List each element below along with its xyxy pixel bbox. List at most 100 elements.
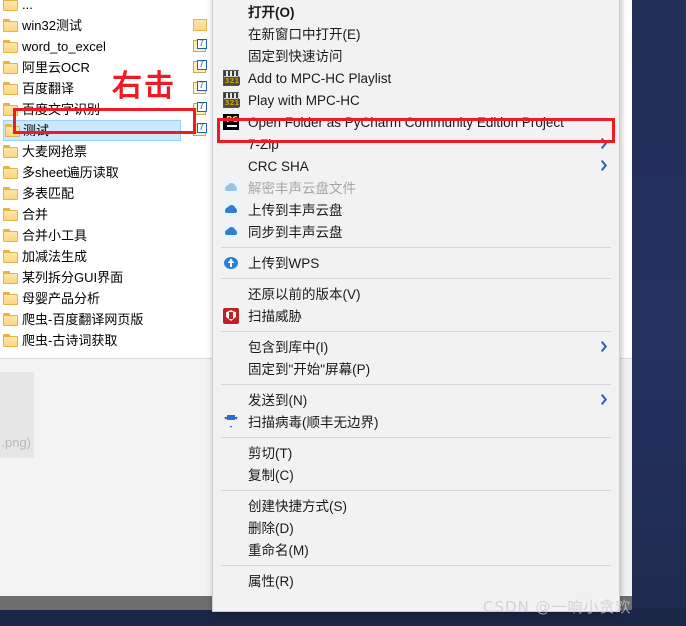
menu-item-label: 还原以前的版本(V)	[248, 286, 361, 302]
list-item[interactable]: 爬虫-百度翻译网页版	[0, 309, 220, 330]
cloud-icon	[223, 180, 239, 196]
list-item-label: ...	[22, 0, 33, 12]
menu-item[interactable]: 固定到快速访问	[213, 45, 619, 67]
menu-item-label: 打开(O)	[248, 4, 295, 20]
list-item-label: 加减法生成	[22, 249, 88, 264]
list-item[interactable]: 加减法生成	[0, 246, 220, 267]
list-item[interactable]: 多表匹配	[0, 183, 220, 204]
seven-zip-archive-icon	[193, 38, 208, 53]
folder-icon	[193, 19, 207, 31]
list-item[interactable]: ...	[0, 0, 220, 15]
menu-item[interactable]: 上传到WPS	[213, 252, 619, 274]
folder-icon	[3, 250, 18, 263]
menu-separator	[221, 384, 611, 385]
folder-icon	[3, 166, 18, 179]
csdn-watermark: CSDN @一响小贪欢	[483, 598, 632, 616]
folder-icon	[3, 61, 18, 74]
menu-item[interactable]: 还原以前的版本(V)	[213, 283, 619, 305]
seven-zip-archive-icon	[193, 80, 208, 95]
screenshot-root: ... win32测试 word_to_excel 阿里云OCR 百度翻译 百度文字识别测…	[0, 0, 686, 626]
list-item[interactable]: 合并小工具	[0, 225, 220, 246]
menu-item[interactable]: 发送到(N)	[213, 389, 619, 411]
menu-item-label: 固定到"开始"屏幕(P)	[248, 361, 371, 377]
virus-scan-icon	[223, 414, 239, 430]
folder-icon	[3, 40, 18, 53]
menu-item-label: 同步到丰声云盘	[248, 224, 343, 240]
menu-separator	[221, 331, 611, 332]
menu-item[interactable]: 剪切(T)	[213, 442, 619, 464]
list-item-label: 多表匹配	[22, 186, 75, 201]
menu-item[interactable]: 属性(R)	[213, 570, 619, 592]
menu-item[interactable]: 321 Play with MPC-HC	[213, 89, 619, 111]
mpc-hc-icon: 321	[223, 70, 240, 86]
wps-cloud-icon	[223, 255, 239, 271]
menu-item-label: 固定到快速访问	[248, 48, 343, 64]
menu-item[interactable]: 扫描病毒(顺丰无边界)	[213, 411, 619, 433]
menu-item[interactable]: 删除(D)	[213, 517, 619, 539]
annotation-right-click-label: 右击	[112, 69, 176, 104]
menu-item[interactable]: 包含到库中(I)	[213, 336, 619, 358]
ghost-filename-text: .png)	[0, 372, 34, 458]
list-item-label: word_to_excel	[22, 39, 106, 54]
folder-icon	[3, 82, 18, 95]
menu-separator	[221, 565, 611, 566]
menu-item[interactable]: 创建快捷方式(S)	[213, 495, 619, 517]
folder-list[interactable]: ... win32测试 word_to_excel 阿里云OCR 百度翻译 百度文字识别测…	[0, 0, 220, 351]
menu-separator	[221, 247, 611, 248]
menu-item[interactable]: 上传到丰声云盘	[213, 199, 619, 221]
annotation-box-selected-folder	[13, 108, 196, 134]
list-item-label: 合并	[22, 207, 49, 222]
menu-separator	[221, 490, 611, 491]
menu-item-label: 重命名(M)	[248, 542, 309, 558]
cloud-icon	[223, 224, 239, 240]
list-item-label: 某列拆分GUI界面	[22, 270, 124, 285]
menu-item-label: 扫描威胁	[248, 308, 302, 324]
menu-item[interactable]: 复制(C)	[213, 464, 619, 486]
folder-icon	[3, 271, 18, 284]
menu-item-label: 创建快捷方式(S)	[248, 498, 347, 514]
list-item-label: 阿里云OCR	[22, 60, 90, 75]
menu-item[interactable]: 固定到"开始"屏幕(P)	[213, 358, 619, 380]
list-item[interactable]: win32测试	[0, 15, 220, 36]
list-item[interactable]: 百度翻译	[0, 78, 220, 99]
list-item[interactable]: 爬虫-古诗词获取	[0, 330, 220, 351]
menu-item-label: 删除(D)	[248, 520, 294, 536]
list-item[interactable]: 合并	[0, 204, 220, 225]
menu-item-label: 上传到WPS	[248, 255, 320, 271]
folder-icon	[3, 334, 18, 347]
menu-item-label: Add to MPC-HC Playlist	[248, 70, 392, 86]
menu-item[interactable]: 321 Add to MPC-HC Playlist	[213, 67, 619, 89]
menu-item-label: 剪切(T)	[248, 445, 293, 461]
menu-separator	[221, 437, 611, 438]
list-item[interactable]: 某列拆分GUI界面	[0, 267, 220, 288]
menu-item-label: 解密丰声云盘文件	[248, 180, 356, 196]
menu-item[interactable]: 重命名(M)	[213, 539, 619, 561]
menu-item-label: 复制(C)	[248, 467, 294, 483]
menu-item-label: 在新窗口中打开(E)	[248, 26, 361, 42]
menu-item[interactable]: 在新窗口中打开(E)	[213, 23, 619, 45]
folder-icon	[3, 19, 18, 32]
menu-separator	[221, 278, 611, 279]
annotation-box-pycharm-item	[217, 118, 615, 143]
list-item[interactable]: 多sheet遍历读取	[0, 162, 220, 183]
menu-item[interactable]: CRC SHA	[213, 155, 619, 177]
mpc-hc-icon: 321	[223, 92, 240, 108]
cloud-icon	[223, 202, 239, 218]
list-item[interactable]: 大麦网抢票	[0, 141, 220, 162]
list-item-label: 合并小工具	[22, 228, 88, 243]
list-item-label: 爬虫-古诗词获取	[22, 333, 118, 348]
list-item[interactable]: 阿里云OCR	[0, 57, 220, 78]
list-item[interactable]: 母婴产品分析	[0, 288, 220, 309]
menu-item-label: 扫描病毒(顺丰无边界)	[248, 414, 379, 430]
folder-icon	[3, 0, 18, 11]
shield-icon	[223, 308, 239, 324]
list-item[interactable]: word_to_excel	[0, 36, 220, 57]
menu-item[interactable]: 扫描威胁	[213, 305, 619, 327]
menu-item[interactable]: 打开(O)	[213, 1, 619, 23]
menu-item: 解密丰声云盘文件	[213, 177, 619, 199]
folder-icon	[3, 292, 18, 305]
seven-zip-archive-icon	[193, 59, 208, 74]
menu-item-label: 上传到丰声云盘	[248, 202, 343, 218]
menu-item[interactable]: 同步到丰声云盘	[213, 221, 619, 243]
context-menu[interactable]: 打开(O) 在新窗口中打开(E) 固定到快速访问 321 Add to MPC-HC P…	[212, 0, 620, 612]
